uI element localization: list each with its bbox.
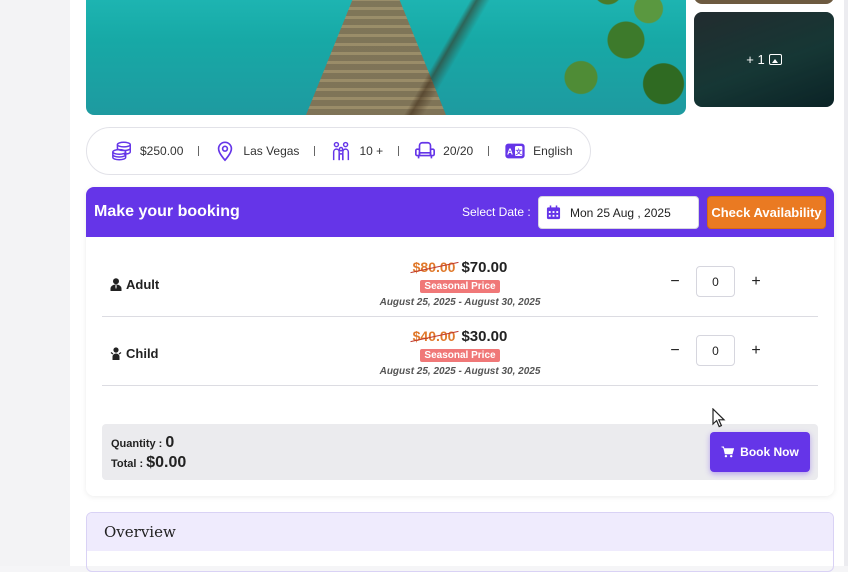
increment-button[interactable]: + [741,267,771,297]
old-price: $80.00 [412,259,456,275]
booking-header: Make your booking Select Date : Mon 25 A… [86,187,834,237]
date-range: August 25, 2025 - August 30, 2025 [379,297,541,308]
tour-facts-bar: $250.00 Las Vegas 10 + 20/20 A 文 English [86,127,591,175]
total-label: Total : [111,458,144,470]
tour-page: + 1 $250.00 Las Vegas 10 + 20/20 A 文 Eng… [70,0,848,572]
fact-language-text: English [533,144,573,158]
seasonal-price-badge: Seasonal Price [420,280,500,293]
right-edge [844,0,848,566]
quantity-label: Quantity : [111,438,163,450]
language-icon: A 文 [505,143,525,159]
date-range: August 25, 2025 - August 30, 2025 [379,366,541,377]
decrement-button[interactable]: − [660,336,690,366]
book-now-label: Book Now [740,445,799,459]
fact-seats: 20/20 [414,140,473,162]
decrement-button[interactable]: − [660,267,690,297]
select-date-label: Select Date : [462,205,531,219]
quantity-total: 0 [165,434,175,451]
check-availability-button[interactable]: Check Availability [707,196,826,229]
quantity-input[interactable]: 0 [696,266,735,297]
ticket-name: Adult [126,277,160,292]
quantity-stepper: − 0 + [660,335,771,366]
ticket-row-adult: Adult $80.00 $70.00 Seasonal Price Augus… [102,249,818,317]
divider [198,146,200,156]
coins-icon [112,141,131,161]
group-icon [333,141,350,161]
image-icon [768,54,782,65]
svg-text:文: 文 [516,147,523,156]
total-price: $0.00 [146,454,187,471]
fact-language: A 文 English [504,140,573,162]
booking-card: Make your booking Select Date : Mon 25 A… [86,187,834,496]
ticket-row-child: Child $40.00 $30.00 Seasonal Price Augus… [102,318,818,386]
increment-button[interactable]: + [741,336,771,366]
date-picker-input[interactable]: Mon 25 Aug , 2025 [538,196,699,229]
ticket-name: Child [126,346,159,361]
left-gutter [0,0,70,566]
fact-price-text: $250.00 [140,144,184,158]
price-block: $80.00 $70.00 Seasonal Price August 25, … [352,249,568,308]
price-block: $40.00 $30.00 Seasonal Price August 25, … [352,318,568,377]
svg-text:A: A [507,148,513,157]
divider [488,146,490,156]
location-pin-icon [218,141,233,162]
old-price: $40.00 [412,328,456,344]
divider [314,146,316,156]
book-now-button[interactable]: Book Now [710,432,810,472]
fact-location: Las Vegas [214,140,299,162]
overview-section: Overview [86,512,834,572]
booking-summary: Quantity : 0 Total : $0.00 Book Now [102,424,818,480]
overview-title: Overview [87,513,833,551]
fact-seats-text: 20/20 [443,144,474,158]
fact-price: $250.00 [111,140,183,162]
gallery-main-image[interactable] [86,0,686,115]
fact-group-size: 10 + [330,140,383,162]
cart-icon [721,446,735,458]
quantity-stepper: − 0 + [660,266,771,297]
seasonal-price-badge: Seasonal Price [420,349,500,362]
mouse-cursor-icon [712,408,726,428]
date-value: Mon 25 Aug , 2025 [570,205,671,220]
adult-icon [110,278,122,291]
new-price: $70.00 [461,259,508,276]
fact-location-text: Las Vegas [243,144,300,158]
quantity-input[interactable]: 0 [696,335,735,366]
new-price: $30.00 [461,328,508,345]
child-icon [110,347,122,360]
seat-icon [415,141,436,159]
booking-title: Make your booking [94,203,240,220]
gallery-more-thumbnail[interactable]: + 1 [694,12,834,107]
calendar-icon [546,205,561,220]
gallery-thumbnail[interactable] [694,0,834,4]
fact-group-size-text: 10 + [359,144,384,158]
more-count: + 1 [746,52,765,67]
divider [398,146,400,156]
